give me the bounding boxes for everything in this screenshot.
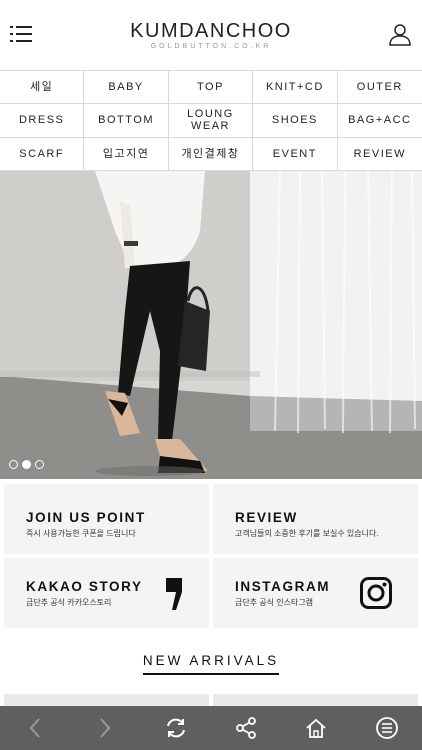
new-arrivals-section: NEW ARRIVALS bbox=[0, 652, 422, 675]
menu-circle-icon[interactable] bbox=[372, 713, 402, 743]
category-bag-acc[interactable]: BAG+ACC bbox=[337, 104, 422, 138]
logo-title: KUMDANCHOO bbox=[130, 20, 292, 42]
product-thumbnails bbox=[0, 694, 422, 706]
card-title: REVIEW bbox=[235, 510, 298, 525]
category-delayed-stock[interactable]: 입고지연 bbox=[84, 137, 169, 171]
join-us-point-card[interactable]: JOIN US POINT 즉시 사용가능한 쿠폰을 드립니다 bbox=[4, 484, 209, 554]
category-personal-payment[interactable]: 개인결제창 bbox=[168, 137, 254, 171]
app-header: KUMDANCHOO GOLDBUTTON.CO.KR bbox=[0, 0, 422, 70]
slide-indicators bbox=[9, 460, 44, 469]
category-review[interactable]: REVIEW bbox=[337, 138, 422, 171]
category-bottom[interactable]: BOTTOM bbox=[84, 104, 169, 138]
share-icon[interactable] bbox=[231, 713, 261, 743]
list-menu-icon[interactable] bbox=[10, 24, 32, 44]
card-subtitle: 즉시 사용가능한 쿠폰을 드립니다 bbox=[26, 529, 136, 538]
category-baby[interactable]: BABY bbox=[84, 71, 169, 105]
banner-photo bbox=[0, 171, 422, 479]
category-knit-cd[interactable]: KNIT+CD bbox=[253, 71, 338, 105]
card-subtitle: 금단추 공식 카카오스토리 bbox=[26, 598, 112, 607]
back-icon[interactable] bbox=[20, 713, 50, 743]
category-lounge-wear[interactable]: LOUNG WEAR bbox=[168, 104, 254, 138]
category-top[interactable]: TOP bbox=[168, 71, 254, 105]
category-event[interactable]: EVENT bbox=[253, 137, 338, 171]
forward-icon[interactable] bbox=[90, 713, 120, 743]
category-grid: 세일 BABY TOP KNIT+CD OUTER DRESS BOTTOM L… bbox=[0, 70, 422, 171]
category-sale[interactable]: 세일 bbox=[0, 71, 85, 105]
card-title: KAKAO STORY bbox=[26, 579, 143, 594]
slide-indicator-2[interactable] bbox=[22, 460, 31, 469]
user-icon[interactable] bbox=[388, 22, 412, 46]
category-scarf[interactable]: SCARF bbox=[0, 137, 85, 171]
card-subtitle: 고객님들의 소중한 후기를 보실수 있습니다. bbox=[235, 529, 379, 538]
promo-section: JOIN US POINT 즉시 사용가능한 쿠폰을 드립니다 REVIEW 고… bbox=[0, 479, 422, 639]
bottom-toolbar bbox=[0, 706, 422, 750]
category-shoes[interactable]: SHOES bbox=[253, 104, 338, 138]
kakao-story-icon bbox=[164, 578, 184, 615]
hero-banner[interactable] bbox=[0, 171, 422, 479]
home-icon[interactable] bbox=[301, 713, 331, 743]
instagram-card[interactable]: INSTAGRAM 금단추 공식 인스타그램 bbox=[213, 558, 418, 628]
slide-indicator-1[interactable] bbox=[9, 460, 18, 469]
instagram-icon bbox=[360, 577, 392, 614]
slide-indicator-3[interactable] bbox=[35, 460, 44, 469]
category-dress[interactable]: DRESS bbox=[0, 104, 85, 138]
brand-logo[interactable]: KUMDANCHOO GOLDBUTTON.CO.KR bbox=[100, 20, 322, 50]
review-card[interactable]: REVIEW 고객님들의 소중한 후기를 보실수 있습니다. bbox=[213, 484, 418, 554]
card-title: INSTAGRAM bbox=[235, 579, 331, 594]
logo-subtitle: GOLDBUTTON.CO.KR bbox=[150, 43, 272, 50]
product-thumbnail[interactable] bbox=[4, 694, 209, 706]
card-title: JOIN US POINT bbox=[26, 510, 146, 525]
kakao-story-card[interactable]: KAKAO STORY 금단추 공식 카카오스토리 bbox=[4, 558, 209, 628]
refresh-icon[interactable] bbox=[161, 713, 191, 743]
category-outer[interactable]: OUTER bbox=[337, 71, 422, 105]
section-title: NEW ARRIVALS bbox=[142, 653, 280, 675]
card-subtitle: 금단추 공식 인스타그램 bbox=[235, 598, 314, 607]
product-thumbnail[interactable] bbox=[213, 694, 418, 706]
